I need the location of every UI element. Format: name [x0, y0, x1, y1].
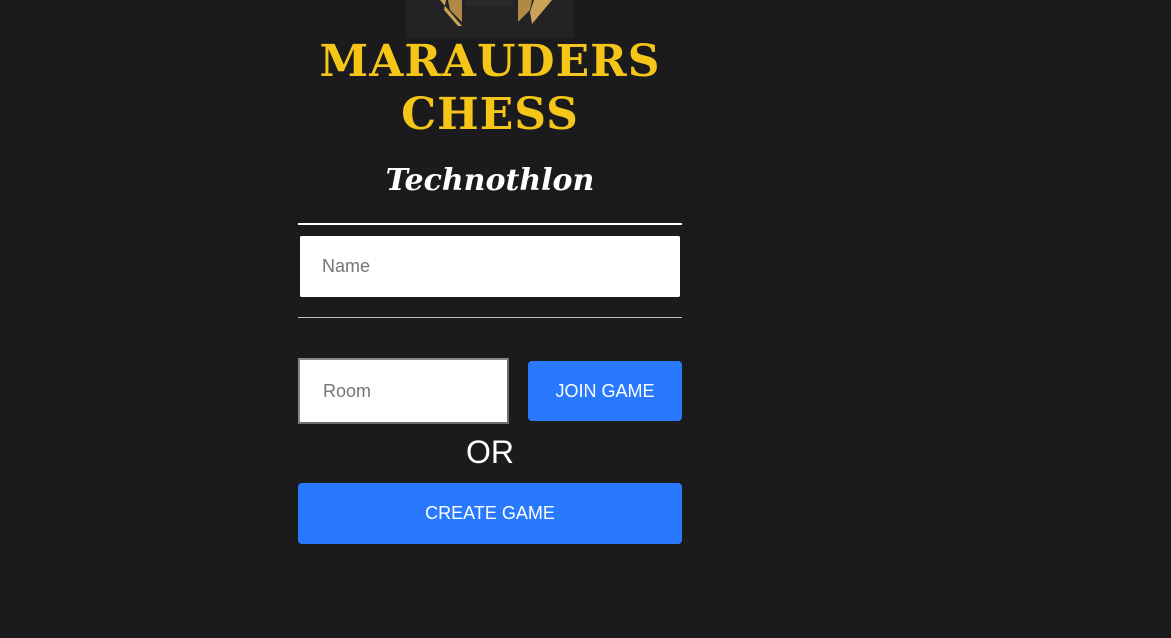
middle-divider: [298, 317, 682, 318]
room-input[interactable]: [298, 358, 509, 424]
top-divider: [298, 223, 682, 225]
app-title-line-1: MARAUDERS: [319, 36, 661, 87]
create-game-button[interactable]: CREATE GAME: [298, 483, 682, 544]
app-title-line-2: CHESS: [401, 89, 579, 140]
or-separator: OR: [466, 434, 514, 470]
login-page: MARAUDERS CHESS Technothlon JOIN GAME OR…: [0, 0, 1171, 638]
name-input[interactable]: [298, 234, 682, 299]
event-subtitle: Technothlon: [385, 163, 595, 198]
chess-crown-emblem-icon: [406, 0, 574, 38]
join-game-button[interactable]: JOIN GAME: [528, 361, 682, 421]
